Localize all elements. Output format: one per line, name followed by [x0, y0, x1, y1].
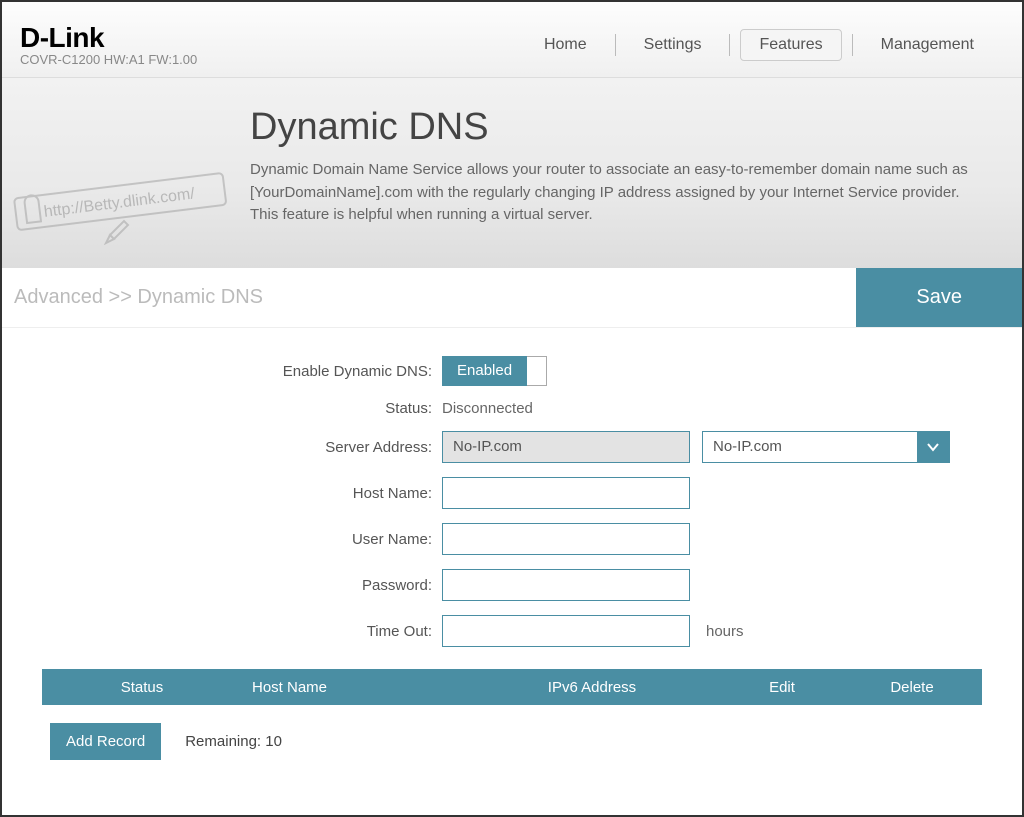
row-server-address: Server Address: No-IP.com No-IP.com	[42, 431, 982, 463]
hero-graphic: http://Betty.dlink.com/	[10, 163, 240, 253]
label-timeout: Time Out:	[42, 623, 442, 640]
timeout-input[interactable]	[442, 615, 690, 647]
label-password: Password:	[42, 577, 442, 594]
records-table: Status Host Name IPv6 Address Edit Delet…	[42, 669, 982, 705]
page-title: Dynamic DNS	[250, 106, 994, 149]
th-delete: Delete	[842, 679, 982, 696]
save-button[interactable]: Save	[856, 268, 1022, 327]
password-input[interactable]	[442, 569, 690, 601]
timeout-unit: hours	[706, 623, 744, 640]
nav-features[interactable]: Features	[740, 29, 841, 61]
hero-url-text: http://Betty.dlink.com/	[43, 185, 196, 220]
row-user-name: User Name:	[42, 523, 982, 555]
nav: Home Settings Features Management	[526, 29, 1002, 61]
chevron-down-icon	[917, 432, 949, 462]
label-user-name: User Name:	[42, 531, 442, 548]
nav-settings[interactable]: Settings	[626, 30, 720, 60]
th-ipv6: IPv6 Address	[462, 679, 722, 696]
page-description: Dynamic Domain Name Service allows your …	[250, 159, 970, 227]
brand-block: D-Link COVR-C1200 HW:A1 FW:1.00	[20, 22, 526, 67]
add-record-button[interactable]: Add Record	[50, 723, 161, 760]
server-address-display: No-IP.com	[442, 431, 690, 463]
breadcrumb: Advanced >> Dynamic DNS	[2, 268, 856, 327]
cursor-icon	[106, 221, 128, 243]
toggle-knob	[527, 356, 547, 386]
form: Enable Dynamic DNS: Enabled Status: Disc…	[2, 328, 1022, 798]
row-timeout: Time Out: hours	[42, 615, 982, 647]
toggle-enable-ddns[interactable]: Enabled	[442, 356, 547, 386]
row-password: Password:	[42, 569, 982, 601]
label-host-name: Host Name:	[42, 485, 442, 502]
label-status: Status:	[42, 400, 442, 417]
remaining-count: Remaining: 10	[185, 733, 282, 750]
row-enable: Enable Dynamic DNS: Enabled	[42, 356, 982, 386]
footer-row: Add Record Remaining: 10	[42, 705, 982, 778]
brand-logo: D-Link	[20, 22, 526, 54]
row-status: Status: Disconnected	[42, 400, 982, 417]
th-hostname: Host Name	[242, 679, 462, 696]
hero: http://Betty.dlink.com/ Dynamic DNS Dyna…	[2, 78, 1022, 268]
server-address-dropdown[interactable]: No-IP.com	[702, 431, 950, 463]
nav-separator	[729, 34, 730, 56]
toggle-state-label: Enabled	[442, 356, 527, 386]
label-enable: Enable Dynamic DNS:	[42, 363, 442, 380]
host-name-input[interactable]	[442, 477, 690, 509]
breadcrumb-row: Advanced >> Dynamic DNS Save	[2, 268, 1022, 328]
row-host-name: Host Name:	[42, 477, 982, 509]
th-edit: Edit	[722, 679, 842, 696]
status-value: Disconnected	[442, 400, 533, 417]
nav-home[interactable]: Home	[526, 30, 605, 60]
th-status: Status	[42, 679, 242, 696]
brand-model: COVR-C1200 HW:A1 FW:1.00	[20, 52, 526, 67]
user-name-input[interactable]	[442, 523, 690, 555]
label-server-address: Server Address:	[42, 439, 442, 456]
nav-separator	[852, 34, 853, 56]
dropdown-selected: No-IP.com	[703, 432, 917, 462]
nav-management[interactable]: Management	[863, 30, 992, 60]
top-bar: D-Link COVR-C1200 HW:A1 FW:1.00 Home Set…	[2, 2, 1022, 78]
table-header: Status Host Name IPv6 Address Edit Delet…	[42, 669, 982, 705]
nav-separator	[615, 34, 616, 56]
